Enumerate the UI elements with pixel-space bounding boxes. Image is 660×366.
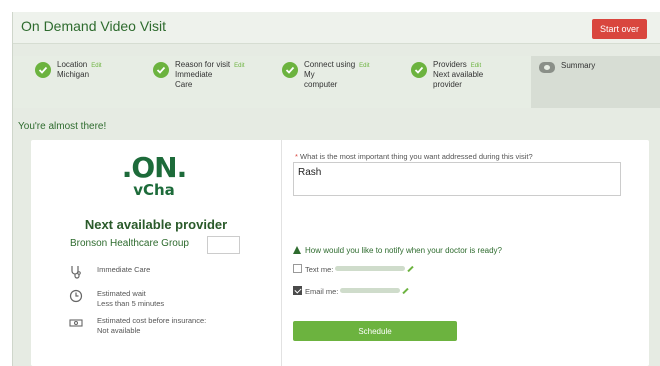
redacted-phone — [335, 266, 406, 271]
checkmark-icon — [153, 62, 169, 78]
step-edit-link[interactable]: Edit — [359, 63, 369, 69]
top-band — [0, 0, 660, 12]
notify-question-text: How would you like to notify when your d… — [305, 246, 502, 255]
edit-pencil-icon[interactable] — [402, 287, 410, 295]
text-me-checkbox[interactable] — [293, 264, 302, 273]
email-me-label: Email me: — [305, 287, 339, 296]
question-label: * What is the most important thing you w… — [295, 152, 533, 161]
visit-reason-input[interactable]: Rash — [293, 162, 621, 196]
wait-value: Less than 5 minutes — [97, 299, 165, 308]
provider-logo: .ON. vCha — [109, 154, 199, 202]
clock-icon — [69, 288, 83, 303]
cost-value: Not available — [97, 326, 141, 335]
column-divider — [281, 140, 282, 366]
stethoscope-icon — [69, 264, 83, 279]
step-edit-link[interactable]: Edit — [91, 63, 101, 69]
email-me-option[interactable]: Email me: — [293, 286, 410, 296]
step-label: Connect using — [304, 60, 356, 69]
provider-title: Next available provider — [84, 217, 228, 232]
question-text: What is the most important thing you wan… — [300, 152, 533, 161]
org-select-box[interactable] — [207, 236, 240, 254]
step-edit-link[interactable]: Edit — [234, 63, 244, 69]
start-over-button[interactable]: Start over — [591, 19, 647, 39]
header-bar: On Demand Video Visit Start over — [13, 12, 660, 44]
care-type-text: Immediate Care — [97, 265, 151, 274]
wait-label: Estimated wait — [97, 289, 146, 298]
notify-question: How would you like to notify when your d… — [293, 246, 502, 255]
required-marker: * — [295, 152, 298, 161]
step-value: My computer — [304, 70, 338, 89]
schedule-button[interactable]: Schedule — [293, 321, 457, 341]
summary-label: Summary — [561, 61, 596, 70]
edit-pencil-icon[interactable] — [407, 265, 415, 273]
checkmark-icon — [411, 62, 427, 78]
text-me-option[interactable]: Text me: — [293, 264, 415, 274]
camera-icon — [539, 62, 555, 73]
logo-line1: .ON. — [121, 151, 188, 184]
page-title: On Demand Video Visit — [21, 18, 167, 34]
step-providers[interactable]: Providers Edit Next available provider — [411, 60, 521, 104]
step-value: Immediate Care — [175, 70, 213, 89]
video-visit-frame: On Demand Video Visit Start over Locatio… — [12, 12, 660, 366]
step-label: Providers — [433, 60, 467, 69]
provider-org: Bronson Healthcare Group — [70, 238, 189, 249]
step-value: Next available provider — [433, 70, 484, 89]
step-value: Michigan — [57, 70, 90, 79]
checkmark-icon — [282, 62, 298, 78]
step-edit-link[interactable]: Edit — [471, 63, 481, 69]
checkmark-icon — [35, 62, 51, 78]
logo-line2: vCha — [133, 181, 175, 199]
step-summary[interactable]: Summary — [531, 56, 660, 108]
cost-label: Estimated cost before insurance: — [97, 316, 207, 325]
email-me-checkbox[interactable] — [293, 286, 302, 295]
redacted-email — [340, 288, 401, 293]
visit-card: .ON. vCha Next available provider Bronso… — [31, 140, 649, 366]
text-me-label: Text me: — [305, 265, 334, 274]
step-label: Location — [57, 60, 88, 69]
step-label: Reason for visit — [175, 60, 231, 69]
almost-there-heading: You're almost there! — [18, 121, 107, 132]
bell-icon — [293, 246, 301, 254]
money-icon — [69, 315, 83, 329]
